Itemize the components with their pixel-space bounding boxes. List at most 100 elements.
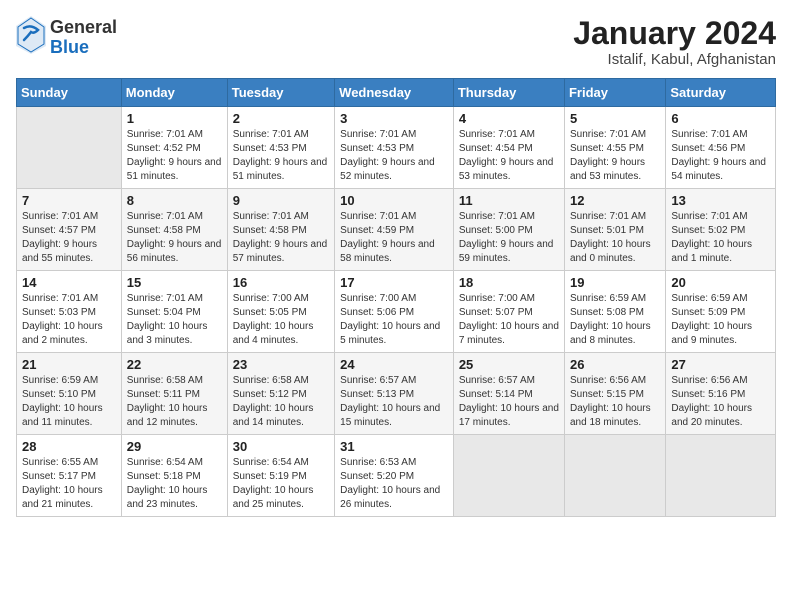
calendar-cell: 3Sunrise: 7:01 AMSunset: 4:53 PMDaylight… <box>335 107 454 189</box>
calendar-cell: 26 Sunrise: 6:56 AMSunset: 5:15 PMDayligh… <box>564 353 665 435</box>
calendar-cell: 25 Sunrise: 6:57 AMSunset: 5:14 PMDayligh… <box>453 353 564 435</box>
day-number: 4 <box>459 111 559 126</box>
day-number: 18 <box>459 275 559 290</box>
day-info: Sunrise: 6:54 AMSunset: 5:18 PMDaylight:… <box>127 456 222 512</box>
calendar-cell <box>564 435 665 517</box>
page-header: General Blue January 2024 Istalif, Kabul… <box>16 16 776 68</box>
day-number: 12 <box>570 193 660 208</box>
week-row-5: 28 Sunrise: 6:55 AMSunset: 5:17 PMDayligh… <box>17 435 776 517</box>
calendar-cell: 17Sunrise: 7:00 AMSunset: 5:06 PMDayligh… <box>335 271 454 353</box>
day-info: Sunrise: 7:01 AMSunset: 5:01 PMDaylight:… <box>570 210 660 266</box>
calendar-cell: 9Sunrise: 7:01 AMSunset: 4:58 PMDaylight… <box>227 189 334 271</box>
week-row-1: 1 Sunrise: 7:01 AMSunset: 4:52 PMDaylight… <box>17 107 776 189</box>
week-row-4: 21Sunrise: 6:59 AMSunset: 5:10 PMDayligh… <box>17 353 776 435</box>
day-number: 1 <box>127 111 222 126</box>
day-number: 3 <box>340 111 448 126</box>
day-info: Sunrise: 6:58 AMSunset: 5:11 PMDaylight:… <box>127 374 222 430</box>
day-number: 2 <box>233 111 329 126</box>
calendar-cell: 12 Sunrise: 7:01 AMSunset: 5:01 PMDayligh… <box>564 189 665 271</box>
calendar-cell: 21Sunrise: 6:59 AMSunset: 5:10 PMDayligh… <box>17 353 122 435</box>
day-info: Sunrise: 7:01 AMSunset: 4:59 PMDaylight:… <box>340 210 448 266</box>
day-number: 15 <box>127 275 222 290</box>
logo: General Blue <box>16 16 117 59</box>
calendar-cell: 4 Sunrise: 7:01 AMSunset: 4:54 PMDaylight… <box>453 107 564 189</box>
day-info: Sunrise: 6:56 AMSunset: 5:15 PMDaylight:… <box>570 374 660 430</box>
calendar-cell: 2 Sunrise: 7:01 AMSunset: 4:53 PMDaylight… <box>227 107 334 189</box>
calendar-cell: 20Sunrise: 6:59 AMSunset: 5:09 PMDayligh… <box>666 271 776 353</box>
calendar-cell: 7Sunrise: 7:01 AMSunset: 4:57 PMDaylight… <box>17 189 122 271</box>
day-number: 5 <box>570 111 660 126</box>
calendar-cell: 10Sunrise: 7:01 AMSunset: 4:59 PMDayligh… <box>335 189 454 271</box>
calendar-cell: 30 Sunrise: 6:54 AMSunset: 5:19 PMDayligh… <box>227 435 334 517</box>
calendar-cell: 23Sunrise: 6:58 AMSunset: 5:12 PMDayligh… <box>227 353 334 435</box>
day-info: Sunrise: 6:57 AMSunset: 5:13 PMDaylight:… <box>340 374 448 430</box>
calendar-body: 1 Sunrise: 7:01 AMSunset: 4:52 PMDaylight… <box>17 107 776 517</box>
calendar-cell: 1 Sunrise: 7:01 AMSunset: 4:52 PMDaylight… <box>121 107 227 189</box>
logo-text: General Blue <box>50 18 117 58</box>
calendar-cell <box>666 435 776 517</box>
calendar-cell: 14 Sunrise: 7:01 AMSunset: 5:03 PMDayligh… <box>17 271 122 353</box>
day-number: 13 <box>671 193 770 208</box>
day-number: 25 <box>459 357 559 372</box>
calendar-cell: 6 Sunrise: 7:01 AMSunset: 4:56 PMDaylight… <box>666 107 776 189</box>
day-number: 8 <box>127 193 222 208</box>
day-number: 31 <box>340 439 448 454</box>
day-info: Sunrise: 7:01 AMSunset: 5:04 PMDaylight:… <box>127 292 222 348</box>
header-friday: Friday <box>564 79 665 107</box>
day-info: Sunrise: 7:01 AMSunset: 4:58 PMDaylight:… <box>233 210 329 266</box>
day-number: 11 <box>459 193 559 208</box>
day-info: Sunrise: 6:57 AMSunset: 5:14 PMDaylight:… <box>459 374 559 430</box>
day-number: 19 <box>570 275 660 290</box>
day-info: Sunrise: 7:01 AMSunset: 4:56 PMDaylight:… <box>671 128 770 184</box>
day-info: Sunrise: 7:01 AMSunset: 4:57 PMDaylight:… <box>22 210 116 266</box>
calendar-cell: 8 Sunrise: 7:01 AMSunset: 4:58 PMDaylight… <box>121 189 227 271</box>
day-number: 14 <box>22 275 116 290</box>
calendar-title: January 2024 <box>573 16 776 51</box>
week-row-3: 14 Sunrise: 7:01 AMSunset: 5:03 PMDayligh… <box>17 271 776 353</box>
day-number: 6 <box>671 111 770 126</box>
header-saturday: Saturday <box>666 79 776 107</box>
calendar-cell <box>17 107 122 189</box>
calendar-cell: 16 Sunrise: 7:00 AMSunset: 5:05 PMDayligh… <box>227 271 334 353</box>
day-info: Sunrise: 7:01 AMSunset: 5:03 PMDaylight:… <box>22 292 116 348</box>
location-subtitle: Istalif, Kabul, Afghanistan <box>573 51 776 68</box>
calendar-cell: 24Sunrise: 6:57 AMSunset: 5:13 PMDayligh… <box>335 353 454 435</box>
header-wednesday: Wednesday <box>335 79 454 107</box>
calendar-cell: 29 Sunrise: 6:54 AMSunset: 5:18 PMDayligh… <box>121 435 227 517</box>
day-info: Sunrise: 7:01 AMSunset: 4:58 PMDaylight:… <box>127 210 222 266</box>
day-info: Sunrise: 7:01 AMSunset: 4:54 PMDaylight:… <box>459 128 559 184</box>
day-number: 22 <box>127 357 222 372</box>
day-info: Sunrise: 7:00 AMSunset: 5:07 PMDaylight:… <box>459 292 559 348</box>
day-info: Sunrise: 6:53 AMSunset: 5:20 PMDaylight:… <box>340 456 448 512</box>
day-number: 26 <box>570 357 660 372</box>
header-monday: Monday <box>121 79 227 107</box>
day-info: Sunrise: 6:56 AMSunset: 5:16 PMDaylight:… <box>671 374 770 430</box>
day-number: 16 <box>233 275 329 290</box>
calendar-cell: 27 Sunrise: 6:56 AMSunset: 5:16 PMDayligh… <box>666 353 776 435</box>
day-info: Sunrise: 7:01 AMSunset: 4:53 PMDaylight:… <box>233 128 329 184</box>
day-number: 29 <box>127 439 222 454</box>
calendar-cell: 28 Sunrise: 6:55 AMSunset: 5:17 PMDayligh… <box>17 435 122 517</box>
day-number: 30 <box>233 439 329 454</box>
day-number: 28 <box>22 439 116 454</box>
calendar-cell: 19 Sunrise: 6:59 AMSunset: 5:08 PMDayligh… <box>564 271 665 353</box>
title-area: January 2024 Istalif, Kabul, Afghanistan <box>573 16 776 68</box>
header-thursday: Thursday <box>453 79 564 107</box>
day-info: Sunrise: 7:00 AMSunset: 5:05 PMDaylight:… <box>233 292 329 348</box>
day-info: Sunrise: 6:58 AMSunset: 5:12 PMDaylight:… <box>233 374 329 430</box>
day-info: Sunrise: 6:59 AMSunset: 5:08 PMDaylight:… <box>570 292 660 348</box>
calendar-cell: 18 Sunrise: 7:00 AMSunset: 5:07 PMDayligh… <box>453 271 564 353</box>
calendar-cell: 22 Sunrise: 6:58 AMSunset: 5:11 PMDayligh… <box>121 353 227 435</box>
day-info: Sunrise: 6:55 AMSunset: 5:17 PMDaylight:… <box>22 456 116 512</box>
day-info: Sunrise: 7:00 AMSunset: 5:06 PMDaylight:… <box>340 292 448 348</box>
day-info: Sunrise: 6:54 AMSunset: 5:19 PMDaylight:… <box>233 456 329 512</box>
header-tuesday: Tuesday <box>227 79 334 107</box>
logo-icon <box>16 16 46 59</box>
day-number: 20 <box>671 275 770 290</box>
day-number: 27 <box>671 357 770 372</box>
day-info: Sunrise: 7:01 AMSunset: 4:52 PMDaylight:… <box>127 128 222 184</box>
day-number: 21 <box>22 357 116 372</box>
week-row-2: 7Sunrise: 7:01 AMSunset: 4:57 PMDaylight… <box>17 189 776 271</box>
calendar-cell: 15 Sunrise: 7:01 AMSunset: 5:04 PMDayligh… <box>121 271 227 353</box>
calendar-cell: 31 Sunrise: 6:53 AMSunset: 5:20 PMDayligh… <box>335 435 454 517</box>
